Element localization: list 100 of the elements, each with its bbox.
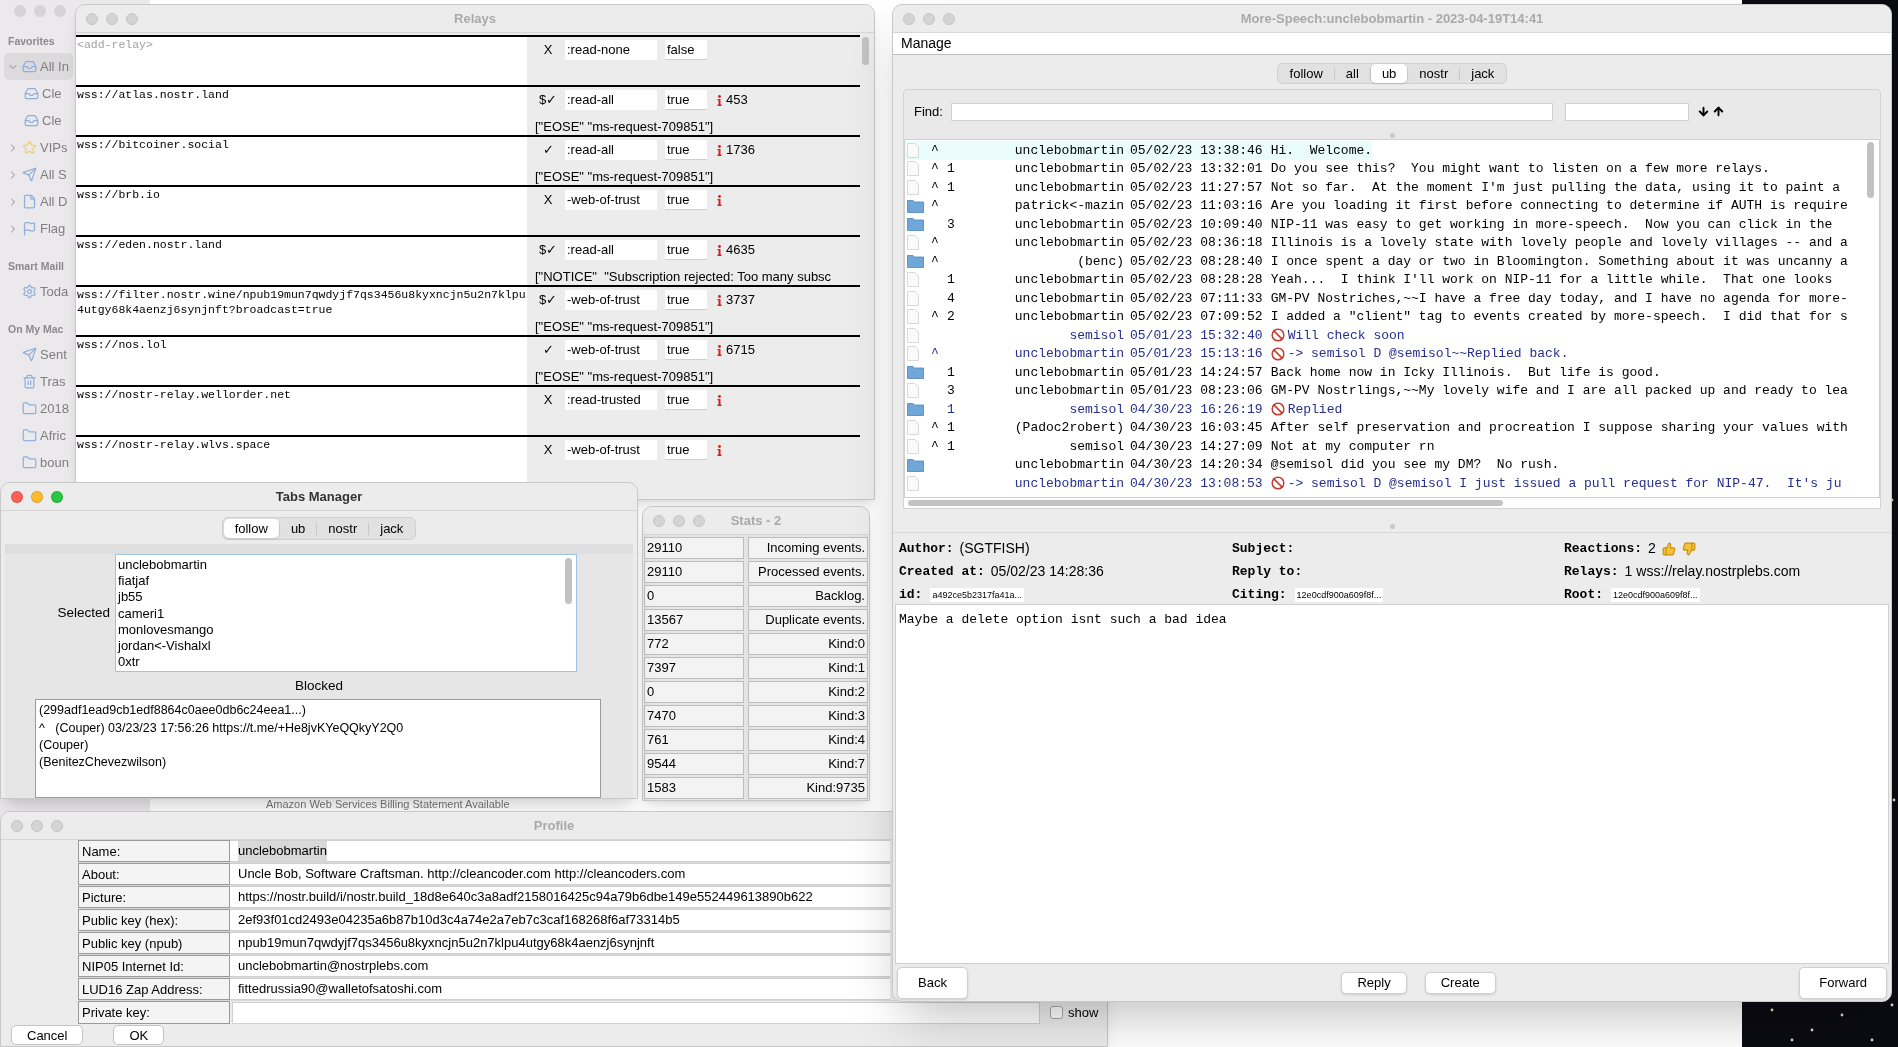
- list-item[interactable]: monlovesmango: [118, 621, 565, 638]
- forward-button[interactable]: Forward: [1799, 966, 1887, 999]
- relay-mode-field[interactable]: :read-all: [565, 240, 657, 260]
- relay-flag-field[interactable]: true: [665, 390, 707, 410]
- text-field[interactable]: unclebobmartin@nostrplebs.com: [230, 955, 890, 977]
- message-row[interactable]: ^ unclebobmartin 05/01/23 15:13:16 -> semisol D @semisol~~Replied back.: [905, 344, 1569, 363]
- sidebar-item[interactable]: boun: [4, 449, 73, 476]
- message-row[interactable]: 1 unclebobmartin 05/02/23 08:28:28 Yeah... I think I'll work on NIP-11 for a little while. That one looks: [905, 270, 1833, 289]
- relay-flag-field[interactable]: true: [665, 140, 707, 160]
- tab[interactable]: ub: [1370, 64, 1408, 83]
- zoom-button[interactable]: [693, 514, 705, 527]
- scrollbar[interactable]: [908, 500, 1503, 506]
- dialog-button[interactable]: OK: [113, 1025, 165, 1045]
- selected-list[interactable]: unclebobmartin fiatjaf jb55 cameri1 monlovesmango jordan<-Vishalxl 0xtr: [115, 554, 577, 672]
- list-item[interactable]: (Couper): [39, 736, 600, 755]
- list-item[interactable]: (BenitezChevezwilson): [39, 754, 600, 772]
- relay-flag-field[interactable]: true: [665, 340, 707, 360]
- tab[interactable]: follow: [223, 519, 279, 538]
- close-button[interactable]: [653, 514, 665, 527]
- create-button[interactable]: Create: [1424, 971, 1496, 994]
- checkbox[interactable]: [1050, 1006, 1063, 1019]
- splitter-handle[interactable]: [1389, 133, 1395, 138]
- message-row[interactable]: semisol 05/01/23 15:32:40 Will check soon: [905, 326, 1405, 345]
- splitter-handle[interactable]: [1389, 524, 1395, 529]
- minimize-button[interactable]: [106, 12, 118, 25]
- tab[interactable]: ub: [279, 519, 317, 538]
- message-row[interactable]: 3 unclebobmartin 05/02/23 10:09:40 NIP-11 was easy to get working in more-speech. Now you can click in the: [905, 215, 1833, 234]
- list-item[interactable]: jb55: [118, 589, 565, 606]
- dialog-button[interactable]: Cancel: [11, 1025, 84, 1045]
- message-row[interactable]: ^ (benc) 05/02/23 08:28:40 I once spent a day or two in Bloomington. Something about it was uncanny a: [905, 252, 1848, 271]
- message-row[interactable]: ^ 1 unclebobmartin 05/02/23 11:27:57 Not so far. At the moment I'm just pulling the data, using it to paint a: [905, 178, 1841, 197]
- message-row[interactable]: 3 unclebobmartin 05/01/23 08:23:06 GM-PV Nostrlings,~~My lovely wife and I are all packed up and ready to lea: [905, 381, 1848, 400]
- message-row[interactable]: ^ unclebobmartin 05/02/23 13:38:46 Hi. Welcome.: [905, 141, 1373, 160]
- id-field[interactable]: a492ce5b2317fa41a...: [930, 587, 1024, 602]
- close-button[interactable]: [11, 819, 23, 832]
- relay-mode-field[interactable]: -web-of-trust: [565, 440, 657, 460]
- scrollbar[interactable]: [1866, 142, 1874, 198]
- find-secondary-field[interactable]: [1564, 102, 1689, 121]
- relay-flag-field[interactable]: true: [665, 440, 707, 460]
- scrollbar[interactable]: [862, 37, 869, 65]
- text-field[interactable]: 2ef93f01cd2493e04235a6b87b10d3c4a74e2a7eb7c3caf168268f6af73314b5: [230, 909, 890, 931]
- minimize-button[interactable]: [31, 819, 43, 832]
- minimize-button[interactable]: [673, 514, 685, 527]
- list-item[interactable]: unclebobmartin: [118, 557, 565, 574]
- zoom-button[interactable]: [943, 12, 955, 25]
- list-item[interactable]: fiatjaf: [118, 573, 565, 590]
- relay-flag-field[interactable]: true: [665, 240, 707, 260]
- relay-mode-field[interactable]: -web-of-trust: [565, 290, 657, 310]
- relay-mode-field[interactable]: :read-trusted: [565, 390, 657, 410]
- message-row[interactable]: ^ 1 unclebobmartin 05/02/23 13:32:01 Do you see this? You might want to listen on a few more relays.: [905, 159, 1770, 178]
- message-row[interactable]: ^ 1 semisol 04/30/23 14:27:09 Not at my computer rn: [905, 437, 1435, 456]
- message-row[interactable]: unclebobmartin 04/30/23 13:08:53 -> semisol D @semisol I just issued a pull request for NIP-47. It's ju: [905, 474, 1842, 493]
- arrow-up-icon[interactable]: [1711, 105, 1725, 118]
- list-item[interactable]: ^ (Couper) 03/23/23 17:56:26 https://t.me/+He8jvKYeQQkyY2Q0: [39, 719, 600, 737]
- text-field[interactable]: unclebobmartin: [230, 840, 890, 862]
- list-item[interactable]: jordan<-Vishalxl: [118, 638, 565, 655]
- relay-flag-field[interactable]: true: [665, 290, 707, 310]
- relay-url-field[interactable]: <add-relay>: [76, 37, 527, 85]
- scrollbar[interactable]: [565, 558, 572, 604]
- relay-mode-field[interactable]: -web-of-trust: [565, 340, 657, 360]
- citing-field[interactable]: 12e0cdf900a609f8f...: [1294, 587, 1384, 602]
- list-item[interactable]: 0xtr: [118, 654, 565, 671]
- blocked-list[interactable]: (299adf1ead9cb1edf8864c0aee0db6c24eea1...) ^ (Couper) 03/23/23 17:56:26 https://t.me/+He8jvKYeQQkyY2Q0 (Couper) (BenitezChevezwilson): [35, 699, 601, 798]
- tab[interactable]: nostr: [317, 519, 369, 538]
- tab[interactable]: jack: [369, 519, 415, 538]
- text-field[interactable]: Uncle Bob, Software Craftsman. http://cleancoder.com http://cleancoders.com: [230, 863, 890, 885]
- back-button[interactable]: Back: [897, 966, 968, 999]
- close-button[interactable]: [903, 12, 915, 25]
- tab[interactable]: nostr: [1408, 64, 1460, 83]
- message-body[interactable]: Maybe a delete option isnt such a bad idea: [895, 604, 1889, 964]
- arrow-down-icon[interactable]: [1696, 105, 1710, 118]
- relay-flag-field[interactable]: false: [665, 40, 707, 60]
- reply-button[interactable]: Reply: [1341, 971, 1407, 994]
- close-button[interactable]: [86, 12, 98, 25]
- text-field[interactable]: npub19mun7qwdyjf7qs3456u8kyxncjn5u2n7klpu4utgy68k4aenzj6synjnft: [230, 932, 890, 954]
- tab[interactable]: all: [1334, 64, 1370, 83]
- list-item[interactable]: (299adf1ead9cb1edf8864c0aee0db6c24eea1...): [39, 702, 600, 720]
- zoom-button[interactable]: [51, 819, 63, 832]
- message-row[interactable]: 4 unclebobmartin 05/02/23 07:11:33 GM-PV Nostriches,~~I have a free day today, and I have no agenda for more-: [905, 289, 1848, 308]
- menu-item[interactable]: Manage: [901, 33, 952, 54]
- tab[interactable]: follow: [1278, 64, 1334, 83]
- relay-mode-field[interactable]: :read-all: [565, 90, 657, 110]
- root-field[interactable]: 12e0cdf900a609f8f...: [1611, 587, 1700, 602]
- text-field[interactable]: https://nostr.build/i/nostr.build_18d8e640c3a8adf2158016425c94a79b6dbe149e552449613890b622: [230, 886, 890, 908]
- message-row[interactable]: ^ unclebobmartin 05/02/23 08:36:18 Illinois is a lovely state with lovely people and lovely villages -- and a: [905, 233, 1848, 252]
- relay-mode-field[interactable]: :read-none: [565, 40, 657, 60]
- message-row[interactable]: 1 unclebobmartin 05/01/23 14:24:57 Back home now in Icky Illinois. But life is good.: [905, 363, 1661, 382]
- zoom-button[interactable]: [126, 12, 138, 25]
- message-row[interactable]: unclebobmartin 04/30/23 14:20:34 @semisol did you see my DM? No rush.: [905, 455, 1560, 474]
- private-key-field[interactable]: [232, 1001, 1040, 1024]
- minimize-button[interactable]: [923, 12, 935, 25]
- relay-mode-field[interactable]: :read-all: [565, 140, 657, 160]
- list-item[interactable]: cameri1: [118, 605, 565, 622]
- relay-mode-field[interactable]: -web-of-trust: [565, 190, 657, 210]
- message-row[interactable]: ^ 1 (Padoc2robert) 04/30/23 16:03:45 After self preservation and procreation I suppose sharing your values with: [905, 418, 1848, 437]
- text-field[interactable]: fittedrussia90@walletofsatoshi.com: [230, 978, 890, 1000]
- message-row[interactable]: 1 semisol 04/30/23 16:26:19 Replied: [905, 400, 1343, 419]
- message-row[interactable]: ^ 2 unclebobmartin 05/02/23 07:09:52 I added a "client" tag to events created by more-speech. I did that for s: [905, 307, 1848, 326]
- tab[interactable]: jack: [1460, 64, 1506, 83]
- relay-flag-field[interactable]: true: [665, 90, 707, 110]
